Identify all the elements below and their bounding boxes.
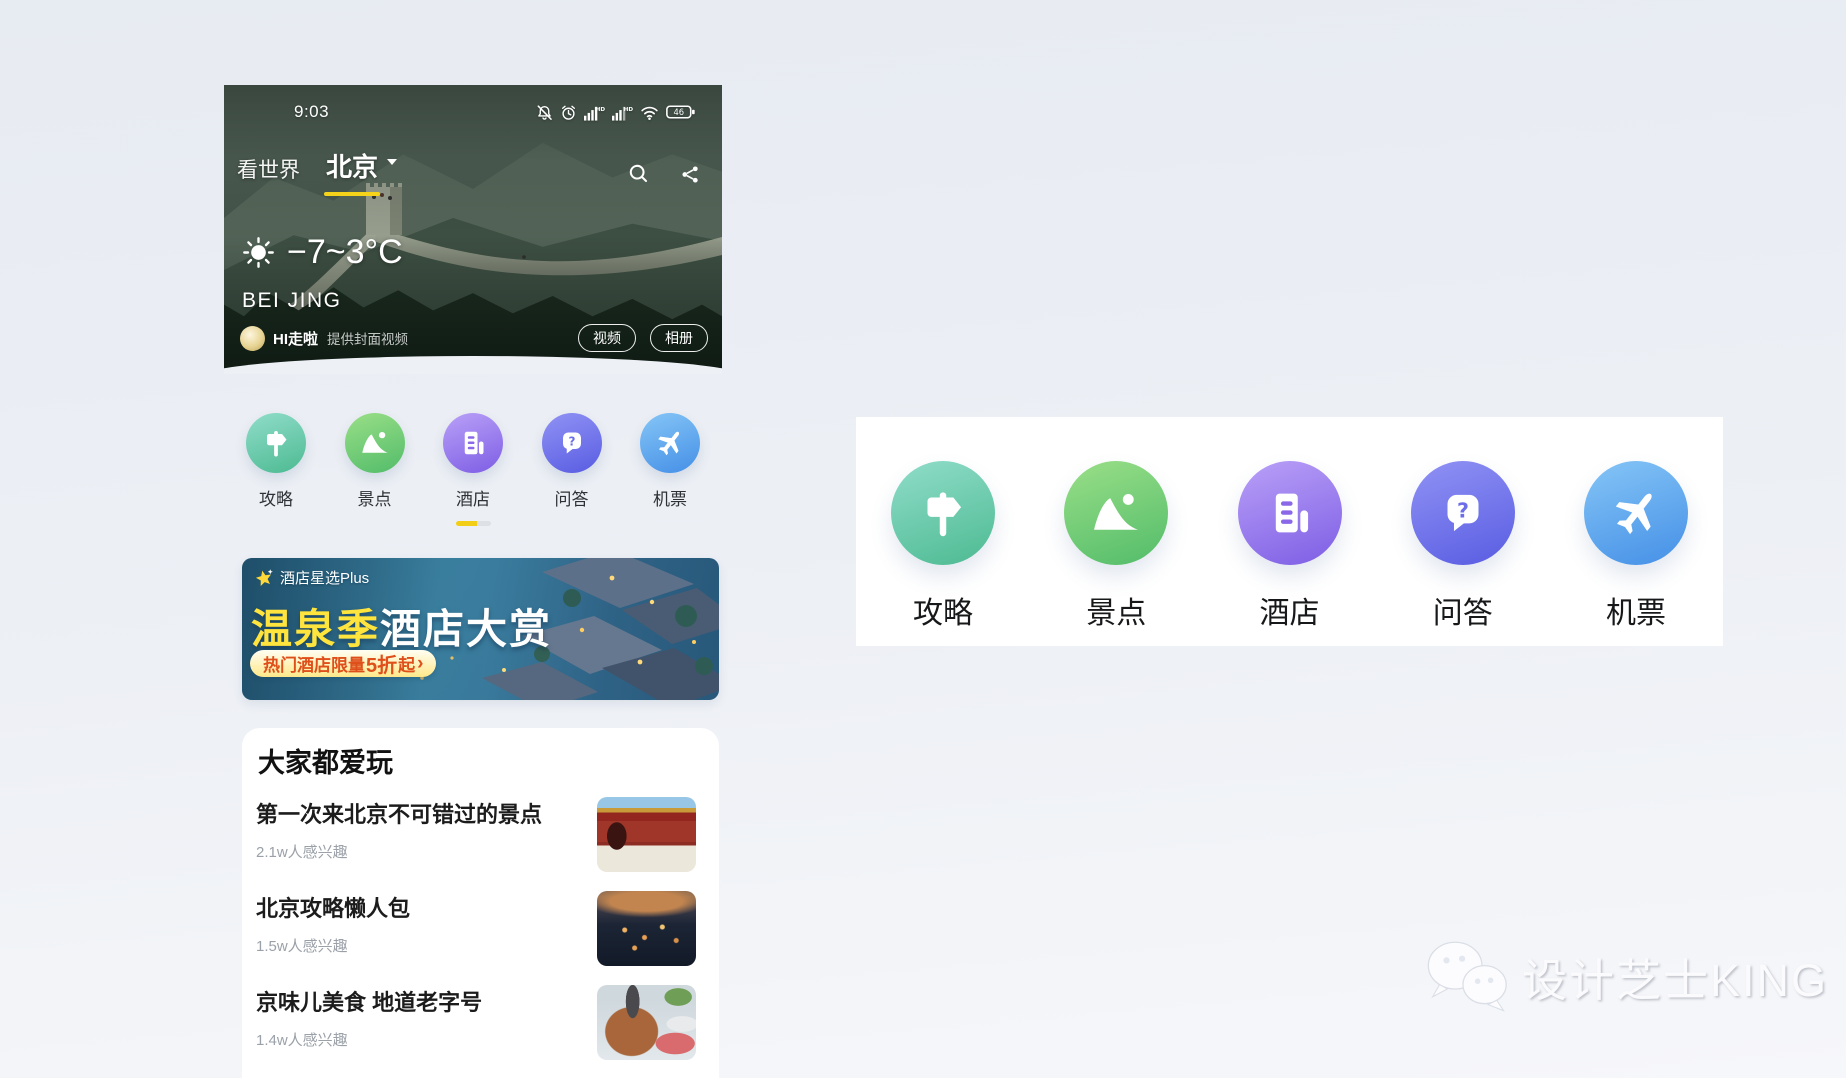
signal-hd-icon: HD bbox=[612, 104, 633, 121]
svg-text:HD: HD bbox=[596, 106, 605, 112]
album-button[interactable]: 相册 bbox=[650, 324, 708, 352]
battery-icon: 46 bbox=[666, 104, 696, 120]
signpost-icon bbox=[891, 461, 995, 565]
status-bar: 9:03 HD HD bbox=[224, 102, 722, 122]
star-logo-icon bbox=[254, 568, 274, 588]
credit-author[interactable]: HI走啦 bbox=[273, 328, 318, 349]
search-icon[interactable] bbox=[626, 162, 651, 187]
quick-nav-sights[interactable]: 景点 bbox=[344, 413, 406, 510]
credit-text: 提供封面视频 bbox=[327, 328, 564, 348]
cta-suffix: 起 bbox=[398, 651, 415, 676]
promo-banner[interactable]: 酒店星选Plus 温泉季酒店大赏 热门酒店限量5折起› bbox=[242, 558, 719, 700]
showcase-label: 机票 bbox=[1606, 588, 1666, 632]
banner-title-highlight: 温泉季 bbox=[251, 606, 380, 652]
showcase-qa: 问答 bbox=[1411, 461, 1515, 646]
design-showcase-page: { "colors": { "accent_yellow": "#F5D31A"… bbox=[0, 0, 1846, 1078]
quick-nav-guide[interactable]: 攻略 bbox=[245, 413, 307, 510]
wifi-icon bbox=[640, 104, 659, 121]
hero-header: 看世界 北京 bbox=[237, 147, 702, 187]
watermark-text: 设计芝士KING bbox=[1522, 944, 1828, 1009]
quick-nav-flight[interactable]: 机票 bbox=[639, 413, 701, 510]
watermark: 设计芝士KING bbox=[1424, 936, 1828, 1016]
city-selector-label: 北京 bbox=[326, 147, 378, 184]
showcase-guide: 攻略 bbox=[891, 461, 995, 646]
active-tab-underline bbox=[324, 192, 380, 196]
chevron-right-icon: › bbox=[417, 653, 423, 675]
thumbnail-city-night[interactable] bbox=[597, 891, 696, 966]
tab-world[interactable]: 看世界 bbox=[237, 154, 300, 187]
carousel-indicator bbox=[224, 521, 722, 526]
cover-credit-row: HI走啦 提供封面视频 视频 相册 bbox=[240, 324, 708, 352]
sun-icon bbox=[242, 236, 275, 269]
thumbnail-forbidden-city[interactable] bbox=[597, 797, 696, 872]
svg-text:46: 46 bbox=[673, 107, 684, 117]
banner-title: 温泉季酒店大赏 bbox=[251, 595, 552, 655]
list-item-meta: 2.1w人感兴趣 bbox=[256, 841, 348, 862]
svg-text:HD: HD bbox=[624, 106, 633, 112]
showcase-label: 酒店 bbox=[1260, 588, 1320, 632]
city-name-en: BEI JING bbox=[242, 289, 342, 313]
quick-nav-hotel[interactable]: 酒店 bbox=[442, 413, 504, 510]
chevron-down-icon bbox=[387, 159, 397, 165]
quick-nav-label: 问答 bbox=[555, 485, 589, 510]
plane-icon bbox=[1584, 461, 1688, 565]
list-item-meta: 1.5w人感兴趣 bbox=[256, 935, 348, 956]
mountain-icon bbox=[1064, 461, 1168, 565]
banner-brand-text: 酒店星选Plus bbox=[280, 567, 369, 588]
list-item-title[interactable]: 北京攻略懒人包 bbox=[256, 891, 410, 923]
plane-icon bbox=[640, 413, 700, 473]
thumbnail-hotpot[interactable] bbox=[597, 985, 696, 1060]
hero-cover: 9:03 HD HD bbox=[224, 85, 722, 374]
showcase-label: 攻略 bbox=[913, 588, 973, 632]
section-title: 大家都爱玩 bbox=[258, 741, 393, 780]
weather-widget: −7~3°C bbox=[242, 233, 403, 272]
status-time: 9:03 bbox=[294, 102, 329, 122]
list-item-title[interactable]: 第一次来北京不可错过的景点 bbox=[256, 797, 542, 829]
list-item-title[interactable]: 京味儿美食 地道老字号 bbox=[256, 985, 482, 1017]
hotel-icon bbox=[443, 413, 503, 473]
showcase-label: 景点 bbox=[1086, 588, 1146, 632]
quick-nav-label: 景点 bbox=[358, 485, 392, 510]
banner-brand: 酒店星选Plus bbox=[254, 567, 369, 588]
popular-card: 大家都爱玩 第一次来北京不可错过的景点 2.1w人感兴趣 北京攻略懒人包 1.5… bbox=[242, 728, 719, 1078]
mute-icon bbox=[536, 104, 553, 121]
signal-hd-icon: HD bbox=[584, 104, 605, 121]
indicator-inactive bbox=[477, 521, 491, 526]
quick-nav-label: 攻略 bbox=[259, 485, 293, 510]
quick-nav-label: 酒店 bbox=[456, 485, 490, 510]
quick-nav-label: 机票 bbox=[653, 485, 687, 510]
question-icon bbox=[542, 413, 602, 473]
wechat-logo-icon bbox=[1424, 936, 1514, 1016]
showcase-flight: 机票 bbox=[1584, 461, 1688, 646]
cta-discount: 5折 bbox=[366, 649, 397, 678]
alarm-icon bbox=[560, 104, 577, 121]
icon-showcase-panel: 攻略 景点 酒店 问答 机票 bbox=[856, 417, 1723, 646]
indicator-active bbox=[456, 521, 477, 526]
signpost-icon bbox=[246, 413, 306, 473]
showcase-sights: 景点 bbox=[1064, 461, 1168, 646]
banner-cta-pill[interactable]: 热门酒店限量5折起› bbox=[250, 650, 436, 677]
showcase-label: 问答 bbox=[1433, 588, 1493, 632]
quick-nav-qa[interactable]: 问答 bbox=[541, 413, 603, 510]
city-selector[interactable]: 北京 bbox=[326, 147, 397, 187]
showcase-hotel: 酒店 bbox=[1238, 461, 1342, 646]
mountain-icon bbox=[345, 413, 405, 473]
list-item-meta: 1.4w人感兴趣 bbox=[256, 1029, 348, 1050]
question-icon bbox=[1411, 461, 1515, 565]
avatar[interactable] bbox=[240, 326, 265, 351]
hotel-icon bbox=[1238, 461, 1342, 565]
temperature: −7~3°C bbox=[287, 233, 403, 272]
video-button[interactable]: 视频 bbox=[578, 324, 636, 352]
banner-title-rest: 酒店大赏 bbox=[380, 606, 552, 652]
cta-prefix: 热门酒店限量 bbox=[263, 651, 365, 676]
quick-nav-row: 攻略 景点 酒店 问答 机票 bbox=[224, 413, 722, 510]
share-icon[interactable] bbox=[679, 164, 702, 187]
